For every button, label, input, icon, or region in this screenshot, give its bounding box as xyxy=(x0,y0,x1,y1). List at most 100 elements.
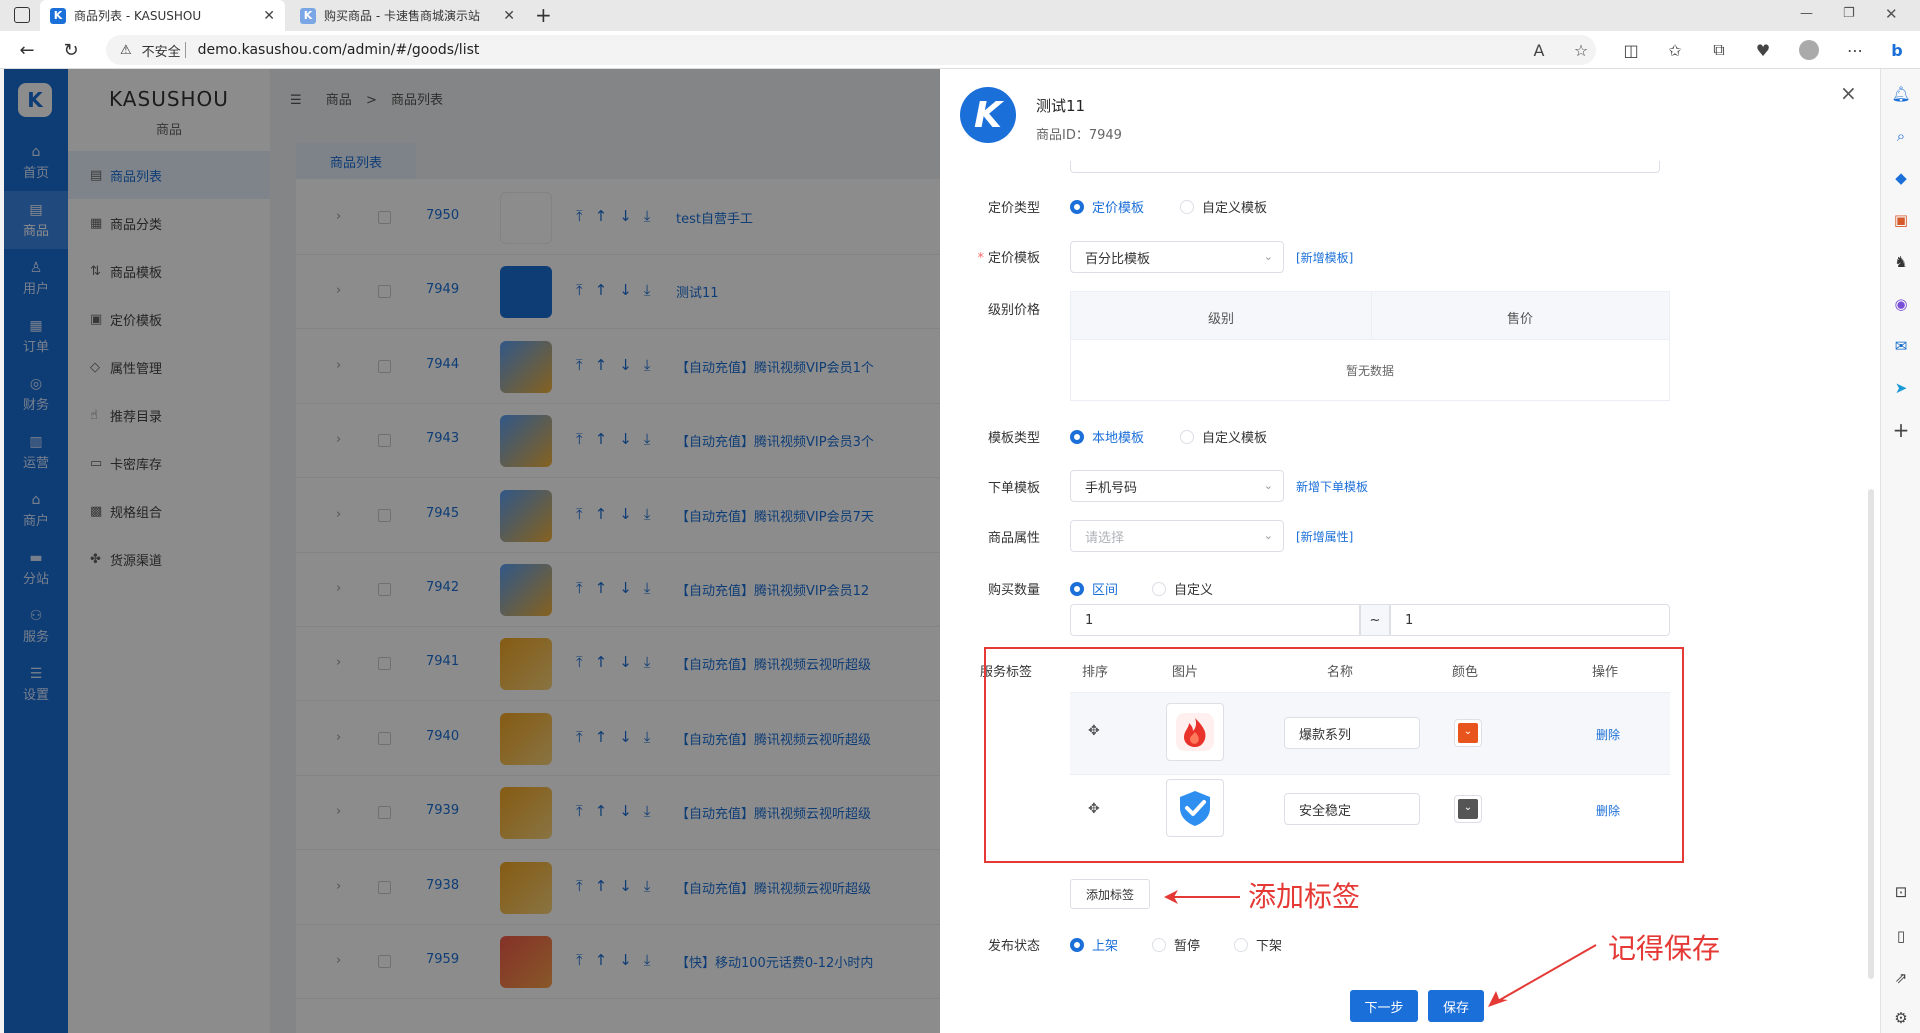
radio-dot xyxy=(1234,937,1248,952)
favorite-star-icon[interactable]: ☆ xyxy=(1570,39,1592,61)
add-tag-arrow-icon xyxy=(1164,890,1240,904)
back-icon[interactable]: ← xyxy=(16,39,38,61)
order-template-label: 下单模板 xyxy=(987,481,1040,496)
more-menu-icon[interactable]: ⋯ xyxy=(1844,39,1866,61)
radio-label: 定价模板 xyxy=(1092,201,1145,216)
radio-label: 暂停 xyxy=(1174,939,1201,954)
performance-icon[interactable]: ♥ xyxy=(1752,39,1774,61)
settings-gear-icon[interactable]: ⚙ xyxy=(1890,1007,1912,1029)
chevron-down-icon: ⌄ xyxy=(1263,479,1273,492)
save-button[interactable]: 保存 xyxy=(1428,990,1484,1022)
radio-label: 区间 xyxy=(1092,583,1119,598)
radio-custom-template[interactable]: 自定义模板 xyxy=(1180,197,1267,216)
add-order-template-link[interactable]: 新增下单模板 xyxy=(1296,478,1368,495)
bell-icon[interactable]: 🔔︎ xyxy=(1890,83,1912,105)
pricing-template-select[interactable]: 百分比模板 ⌄ xyxy=(1070,241,1284,273)
remember-save-annotation: 记得保存 xyxy=(1608,932,1721,965)
radio-dot xyxy=(1070,937,1084,952)
refresh-icon[interactable]: ↻ xyxy=(60,39,82,61)
select-placeholder: 请选择 xyxy=(1085,530,1125,546)
min-quantity-input[interactable]: 1 xyxy=(1070,604,1360,636)
radio-pause[interactable]: 暂停 xyxy=(1152,935,1200,954)
select-value: 手机号码 xyxy=(1085,480,1138,496)
goods-attributes-select[interactable]: 请选择 ⌄ xyxy=(1070,520,1284,552)
tools-icon[interactable]: ▣ xyxy=(1890,209,1912,231)
col-price: 售价 xyxy=(1506,312,1533,327)
add-icon[interactable]: + xyxy=(1890,418,1912,442)
close-drawer-button[interactable]: × xyxy=(1840,81,1857,105)
radio-label: 下架 xyxy=(1256,939,1283,954)
browser-sidebar: 🔔︎ ⌕ ◆ ▣ ♞ ◉ ✉ ➤ + ⊡ ▯ ⇗ ⚙ xyxy=(1880,69,1920,1033)
radio-custom-order-template[interactable]: 自定义模板 xyxy=(1180,427,1267,446)
read-aloud-icon[interactable]: A xyxy=(1528,39,1550,61)
pricing-template-label: * 定价模板 xyxy=(940,247,1040,266)
tab-buy-goods[interactable]: K 购买商品 - 卡速售商城演示站 ✕ xyxy=(290,0,525,31)
drop-icon[interactable]: ➤ xyxy=(1890,377,1912,399)
url-text: demo.kasushou.com/admin/#/goods/list xyxy=(197,42,480,58)
goods-attributes-label: 商品属性 xyxy=(987,531,1040,546)
radio-dot xyxy=(1070,429,1084,444)
radio-label: 上架 xyxy=(1092,939,1119,954)
close-window-icon[interactable]: ✕ xyxy=(1885,5,1898,23)
close-tab-icon[interactable]: ✕ xyxy=(503,8,515,24)
radio-label: 自定义模板 xyxy=(1202,431,1268,446)
level-price-label: 级别价格 xyxy=(987,303,1040,318)
restore-icon[interactable]: ❐ xyxy=(1843,6,1855,21)
new-tab-button[interactable]: + xyxy=(535,3,552,27)
split-screen-icon[interactable]: ◫ xyxy=(1620,39,1642,61)
close-tab-icon[interactable]: ✕ xyxy=(263,8,275,24)
radio-range[interactable]: 区间 xyxy=(1070,579,1118,598)
previous-field-edge xyxy=(1070,161,1660,173)
drawer-scrollbar[interactable] xyxy=(1868,489,1874,979)
radio-local-template[interactable]: 本地模板 xyxy=(1070,427,1144,446)
warning-icon: ⚠ xyxy=(120,42,132,58)
add-attribute-link[interactable]: [新增属性] xyxy=(1296,528,1353,545)
add-tag-button[interactable]: 添加标签 xyxy=(1070,879,1150,909)
tilde-text: ~ xyxy=(1369,612,1381,628)
edit-goods-drawer: K 测试11 商品ID：7949 × 定价类型 定价模板 自定义模板 * 定价模板… xyxy=(940,69,1880,1033)
max-quantity-input[interactable]: 1 xyxy=(1390,604,1670,636)
radio-dot xyxy=(1152,581,1166,596)
browser-tab-bar: K 商品列表 - KASUSHOU ✕ K 购买商品 - 卡速售商城演示站 ✕ … xyxy=(0,0,1920,31)
level-price-table: 级别 售价 暂无数据 xyxy=(1070,291,1670,401)
radio-dot xyxy=(1180,429,1194,444)
bing-copilot-icon[interactable]: b xyxy=(1886,39,1908,61)
buy-quantity-label: 购买数量 xyxy=(987,583,1040,598)
label-text: 定价模板 xyxy=(987,251,1040,266)
order-template-select[interactable]: 手机号码 ⌄ xyxy=(1070,470,1284,502)
save-arrow-icon xyxy=(1488,944,1597,1007)
office-icon[interactable]: ◉ xyxy=(1890,293,1912,315)
tab-goods-list[interactable]: K 商品列表 - KASUSHOU ✕ xyxy=(40,0,285,31)
favorites-icon[interactable]: ✩ xyxy=(1664,39,1686,61)
sidebar-toggle-icon[interactable]: ▯ xyxy=(1890,925,1912,947)
radio-dot xyxy=(1152,937,1166,952)
tab-title: 购买商品 - 卡速售商城演示站 xyxy=(324,9,480,23)
radio-custom-quantity[interactable]: 自定义 xyxy=(1152,579,1213,598)
collections-icon[interactable]: ⧉ xyxy=(1708,39,1730,61)
external-link-icon[interactable]: ⇗ xyxy=(1890,967,1912,989)
tab-actions-icon[interactable] xyxy=(14,7,30,23)
radio-label: 自定义模板 xyxy=(1202,201,1268,216)
col-level: 级别 xyxy=(1207,312,1234,327)
games-icon[interactable]: ♞ xyxy=(1890,251,1912,273)
tab-favicon: K xyxy=(50,7,66,24)
input-value: 1 xyxy=(1085,612,1094,628)
input-value: 1 xyxy=(1405,612,1414,628)
minimize-icon[interactable]: — xyxy=(1800,6,1813,21)
profile-avatar[interactable] xyxy=(1798,39,1820,61)
radio-off-shelf[interactable]: 下架 xyxy=(1234,935,1282,954)
radio-pricing-template[interactable]: 定价模板 xyxy=(1070,197,1144,216)
add-template-link[interactable]: [新增模板] xyxy=(1296,249,1353,266)
search-icon[interactable]: ⌕ xyxy=(1890,125,1912,147)
required-mark: * xyxy=(977,251,984,266)
radio-dot xyxy=(1180,199,1194,214)
radio-on-shelf[interactable]: 上架 xyxy=(1070,935,1118,954)
shopping-tag-icon[interactable]: ◆ xyxy=(1890,167,1912,189)
next-step-button[interactable]: 下一步 xyxy=(1350,990,1418,1022)
add-tag-annotation: 添加标签 xyxy=(1248,880,1361,913)
outlook-icon[interactable]: ✉ xyxy=(1890,335,1912,357)
screenshot-icon[interactable]: ⊡ xyxy=(1890,881,1912,903)
url-field[interactable]: ⚠ 不安全 demo.kasushou.com/admin/#/goods/li… xyxy=(106,35,1596,65)
radio-label: 自定义 xyxy=(1174,583,1214,598)
chevron-down-icon: ⌄ xyxy=(1263,529,1273,542)
